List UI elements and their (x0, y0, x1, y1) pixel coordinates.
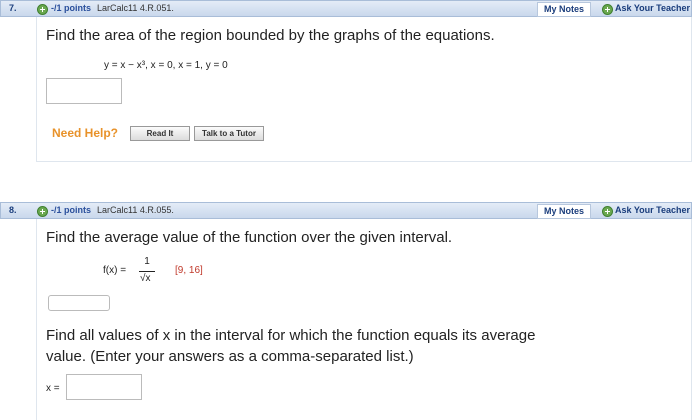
ask-teacher-link[interactable]: Ask Your Teacher (615, 203, 690, 218)
question-prompt: Find the area of the region bounded by t… (46, 27, 495, 44)
interval-text: [9, 16] (175, 265, 203, 276)
fraction-denominator: √x (140, 273, 151, 284)
expand-icon[interactable] (37, 4, 48, 15)
question-number: 8. (9, 205, 17, 215)
question-prompt: Find the average value of the function o… (46, 229, 453, 246)
expand-icon[interactable] (37, 206, 48, 217)
read-it-button[interactable]: Read It (130, 126, 190, 141)
talk-tutor-button[interactable]: Talk to a Tutor (194, 126, 264, 141)
need-help-label: Need Help? (52, 126, 119, 140)
question-prompt-2-line2: value. (Enter your answers as a comma-se… (46, 348, 414, 365)
x-values-input[interactable] (66, 374, 142, 400)
source-label: LarCalc11 4.R.055. (97, 205, 174, 215)
points-label: -/1 points (51, 205, 91, 215)
fraction-bar (139, 271, 155, 272)
ask-teacher-icon[interactable] (602, 4, 613, 15)
source-label: LarCalc11 4.R.051. (97, 3, 174, 13)
answer-input[interactable] (46, 78, 122, 104)
question-prompt-2-line1: Find all values of x in the interval for… (46, 327, 536, 344)
question-8-header: 8. -/1 points LarCalc11 4.R.055. My Note… (0, 202, 692, 219)
function-lhs: f(x) = (103, 265, 127, 276)
points-label: -/1 points (51, 3, 91, 13)
my-notes-button[interactable]: My Notes (537, 204, 592, 219)
my-notes-button[interactable]: My Notes (537, 2, 592, 17)
equation-text: y = x − x³, x = 0, x = 1, y = 0 (104, 60, 228, 71)
average-value-input[interactable] (48, 295, 110, 311)
question-number: 7. (9, 3, 17, 13)
ask-teacher-icon[interactable] (602, 206, 613, 217)
fraction-numerator: 1 (144, 256, 150, 267)
x-label: x = (46, 383, 60, 394)
ask-teacher-link[interactable]: Ask Your Teacher (615, 1, 690, 16)
question-7-header: 7. -/1 points LarCalc11 4.R.051. My Note… (0, 0, 692, 17)
